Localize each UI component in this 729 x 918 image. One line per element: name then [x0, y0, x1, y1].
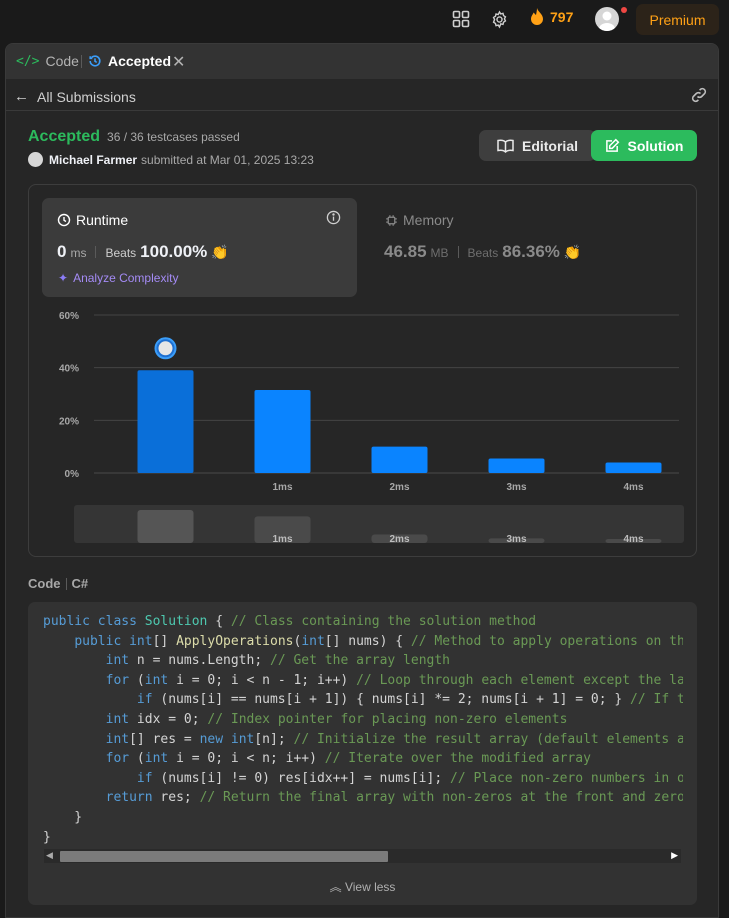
chart-bar[interactable] — [137, 370, 194, 473]
runtime-card[interactable]: Runtime 0 ms Beats 100.00% 👏 ✦ Analyze C… — [42, 198, 357, 297]
author-avatar — [28, 152, 43, 167]
analyze-complexity-label: Analyze Complexity — [73, 271, 179, 285]
view-less-button[interactable]: ︽ View less — [28, 878, 697, 895]
tab-accepted[interactable]: Accepted — [88, 53, 171, 69]
x-tick-label: 1ms — [272, 482, 292, 493]
submission-author: Michael Farmer submitted at Mar 01, 2025… — [28, 152, 314, 167]
submission-panel: </> Code Accepted ✕ ← All Submissions Ac… — [5, 43, 719, 918]
user-avatar[interactable] — [595, 7, 619, 31]
overview-tick-label: 4ms — [623, 534, 643, 545]
book-open-icon — [497, 139, 514, 153]
history-icon — [89, 55, 101, 67]
code-label: Code — [28, 576, 61, 591]
runtime-values: 0 ms Beats 100.00% 👏 — [57, 242, 229, 262]
runtime-distribution-chart: 0% 20% 40% 60% 1ms 2ms 3ms 4ms 1ms 2ms 3ms 4ms — [59, 311, 684, 545]
runtime-separator — [95, 246, 97, 258]
user-avatar-face — [158, 341, 173, 356]
scroll-left-icon[interactable]: ◀ — [46, 850, 53, 861]
y-tick-label: 40% — [59, 364, 79, 375]
memory-unit: MB — [430, 246, 449, 260]
code-header-separator — [65, 577, 67, 590]
code-block: public class Solution { // Class contain… — [43, 614, 683, 845]
top-bar: 797 Premium — [0, 0, 729, 40]
tab-accepted-label: Accepted — [108, 53, 172, 69]
editorial-label: Editorial — [521, 137, 578, 154]
tab-separator — [81, 55, 82, 68]
fire-icon — [531, 8, 543, 25]
memory-title: Memory — [403, 212, 454, 228]
performance-stats: Runtime 0 ms Beats 100.00% 👏 ✦ Analyze C… — [28, 184, 697, 557]
overview-tick-label: 1ms — [272, 534, 292, 545]
memory-values: 46.85 MB Beats 86.36% 👏 — [384, 242, 581, 262]
clap-icon: 👏 — [211, 244, 229, 260]
scroll-right-icon[interactable]: ▶ — [671, 850, 678, 861]
all-submissions-link[interactable]: ← All Submissions — [14, 88, 136, 105]
author-name[interactable]: Michael Farmer — [49, 153, 137, 167]
chip-icon — [386, 214, 397, 226]
x-tick-label: 4ms — [623, 482, 643, 493]
memory-beats-value: 86.36% — [502, 242, 560, 261]
clap-icon: 👏 — [563, 244, 582, 260]
y-tick-label: 20% — [59, 416, 79, 427]
code-language: C# — [71, 576, 89, 591]
layout-grid-icon[interactable] — [452, 10, 470, 28]
x-tick-label: 3ms — [506, 482, 526, 493]
clock-icon — [57, 213, 71, 227]
code-icon: </> — [16, 53, 40, 69]
memory-separator — [457, 246, 459, 258]
editorial-button[interactable]: Editorial — [479, 130, 596, 161]
submitted-at: submitted at Mar 01, 2025 13:23 — [141, 152, 314, 167]
x-tick-label: 2ms — [389, 482, 409, 493]
code-viewer: public class Solution { // Class contain… — [28, 602, 697, 905]
scrollbar-thumb[interactable] — [60, 851, 388, 862]
memory-beats-label: Beats — [467, 246, 499, 260]
close-tab-icon[interactable]: ✕ — [172, 52, 185, 72]
premium-button[interactable]: Premium — [636, 4, 719, 35]
status-accepted: Accepted — [28, 128, 101, 145]
y-tick-label: 0% — [65, 469, 80, 480]
edit-icon — [605, 138, 619, 152]
runtime-beats-label: Beats — [105, 246, 137, 260]
overview-tick-label: 2ms — [389, 534, 409, 545]
chart-bar[interactable] — [254, 390, 311, 473]
overview-tick-label: 3ms — [506, 534, 526, 545]
streak-count: 797 — [550, 8, 574, 25]
link-icon[interactable] — [690, 87, 708, 103]
submission-status: Accepted 36 / 36 testcases passed — [28, 128, 240, 146]
chart-bar[interactable] — [488, 458, 545, 473]
view-less-label: View less — [344, 880, 396, 894]
tab-code[interactable]: </> Code — [16, 53, 79, 69]
submission-nav-bar: ← All Submissions — [6, 79, 718, 111]
chevrons-up-icon: ︽ — [329, 880, 342, 894]
tab-code-label: Code — [45, 53, 79, 69]
gear-icon[interactable] — [490, 10, 509, 29]
sparkle-icon: ✦ — [58, 271, 69, 285]
testcases-passed: 36 / 36 testcases passed — [107, 130, 240, 144]
runtime-unit: ms — [70, 246, 87, 260]
tab-bar: </> Code Accepted ✕ — [6, 44, 718, 79]
chart-bar[interactable] — [371, 446, 428, 473]
y-tick-label: 60% — [59, 311, 79, 322]
runtime-header: Runtime — [57, 212, 128, 228]
streak-counter[interactable]: 797 — [530, 8, 573, 25]
memory-value: 46.85 — [384, 242, 427, 261]
memory-header: Memory — [385, 212, 454, 228]
runtime-beats-value: 100.00% — [140, 242, 208, 261]
all-submissions-label: All Submissions — [37, 88, 136, 105]
runtime-title: Runtime — [76, 212, 129, 228]
chart-bar[interactable] — [605, 462, 662, 473]
solution-button[interactable]: Solution — [591, 130, 697, 161]
horizontal-scrollbar[interactable]: ◀ ▶ — [44, 849, 681, 863]
analyze-complexity-button[interactable]: ✦ Analyze Complexity — [58, 271, 178, 285]
code-header: Code C# — [28, 576, 88, 591]
info-icon[interactable] — [326, 210, 341, 225]
runtime-value: 0 — [57, 242, 67, 261]
notification-dot — [621, 7, 627, 13]
overview-bar — [137, 510, 194, 543]
arrow-left-icon: ← — [14, 88, 29, 105]
solution-label: Solution — [627, 137, 684, 154]
